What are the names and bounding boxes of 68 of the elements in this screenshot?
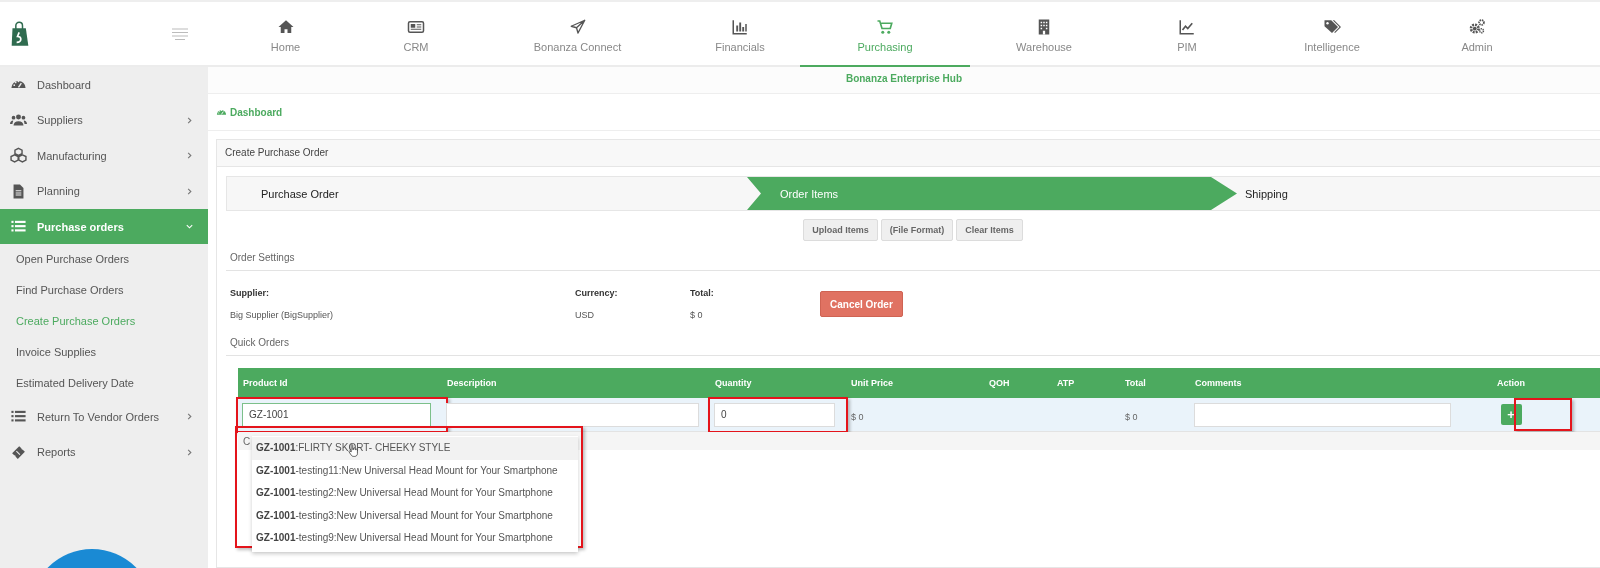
chevron-down-icon — [185, 222, 194, 231]
chevron-right-icon — [185, 115, 194, 125]
suggestion-item[interactable]: GZ-1001-testing3:New Universal Head Mount for Your Smartphone — [252, 504, 578, 527]
home-icon — [276, 18, 295, 36]
input-field[interactable] — [1194, 402, 1451, 427]
suggestion-item[interactable]: GZ-1001-testing11:New Universal Head Mount for Your Smartphone — [252, 459, 578, 482]
shopping-bag-logo-icon — [10, 19, 30, 48]
table-cell: $ 0 — [1125, 411, 1138, 422]
chevron-right-icon — [185, 447, 194, 457]
column-header: Quantity — [714, 378, 753, 388]
sidebar-subitem[interactable]: Find Purchase Orders — [0, 275, 208, 306]
chevron-right-icon — [185, 412, 194, 422]
field-value: USD — [575, 310, 595, 320]
menu-icon[interactable] — [172, 27, 188, 40]
input-field[interactable]: 0 — [714, 402, 835, 427]
panel-title: Create Purchase Order — [217, 140, 1600, 167]
field-label: Total: — [690, 288, 715, 298]
column-header: Comments — [1194, 378, 1243, 388]
table-cell: $ 0 — [851, 411, 864, 422]
nav-tab[interactable]: Financials — [680, 2, 800, 67]
file-button[interactable]: Upload Items — [803, 219, 878, 241]
wizard-step[interactable]: Shipping — [1235, 177, 1288, 210]
column-header: Action — [1496, 378, 1526, 388]
input-field[interactable] — [446, 402, 699, 427]
sidebar-subitem[interactable]: Invoice Supplies — [0, 337, 208, 368]
ticket-icon — [10, 443, 27, 461]
column-header: Unit Price — [850, 378, 894, 388]
suggestion-item[interactable]: GZ-1001-testing2:New Universal Head Mount for Your Smartphone — [252, 482, 578, 505]
sidebar-item[interactable]: Reports — [0, 434, 208, 470]
file-button[interactable]: Clear Items — [956, 219, 1023, 241]
nav-tab[interactable]: Bonanza Connect — [475, 2, 680, 67]
bar-chart-icon — [731, 18, 749, 36]
section-title: Quick Orders — [226, 337, 1600, 356]
column-header: Total — [1124, 378, 1147, 388]
nav-tab[interactable]: Admin — [1408, 2, 1546, 67]
section-title: C — [243, 435, 251, 447]
file-button[interactable]: (File Format) — [880, 219, 954, 241]
input-field[interactable]: GZ-1001 — [242, 402, 431, 427]
nav-tab[interactable]: Home — [214, 2, 357, 67]
paper-plane-icon — [568, 18, 587, 36]
newspaper-icon — [407, 18, 425, 36]
section-title: Order Settings — [226, 252, 1600, 271]
line-chart-icon — [1178, 18, 1196, 36]
sidebar-item[interactable]: Suppliers — [0, 102, 208, 138]
cart-icon — [876, 18, 894, 36]
wizard-step[interactable]: Purchase Order — [227, 177, 747, 210]
suggestion-item[interactable]: GZ-1001-testing9:New Universal Head Mount for Your Smartphone — [252, 527, 578, 550]
field-value: Big Supplier (BigSupplier) — [230, 310, 335, 320]
field-label: Currency: — [575, 288, 619, 298]
nav-tab[interactable]: PIM — [1118, 2, 1256, 67]
column-header: QOH — [988, 378, 1011, 388]
tags-icon — [1323, 18, 1341, 36]
sidebar-subitem[interactable]: Open Purchase Orders — [0, 244, 208, 275]
column-header: ATP — [1056, 378, 1076, 388]
nav-tab[interactable]: CRM — [357, 2, 475, 67]
field-label: Supplier: — [230, 288, 270, 298]
sidebar-item[interactable]: Planning — [0, 173, 208, 209]
sidebar-item[interactable]: Return To Vendor Orders — [0, 399, 208, 435]
column-header: Description — [446, 378, 498, 388]
chevron-right-icon — [185, 186, 194, 196]
nav-tab[interactable]: Intelligence — [1256, 2, 1408, 67]
sidebar-item[interactable]: Dashboard — [0, 67, 208, 103]
nav-tab[interactable]: Warehouse — [970, 2, 1118, 67]
sidebar-subitem[interactable]: Estimated Delivery Date — [0, 368, 208, 399]
chevron-right-icon — [185, 151, 194, 161]
field-value: $ 0 — [690, 310, 704, 320]
sidebar-item[interactable]: Manufacturing — [0, 138, 208, 174]
column-header: Product Id — [242, 378, 289, 388]
